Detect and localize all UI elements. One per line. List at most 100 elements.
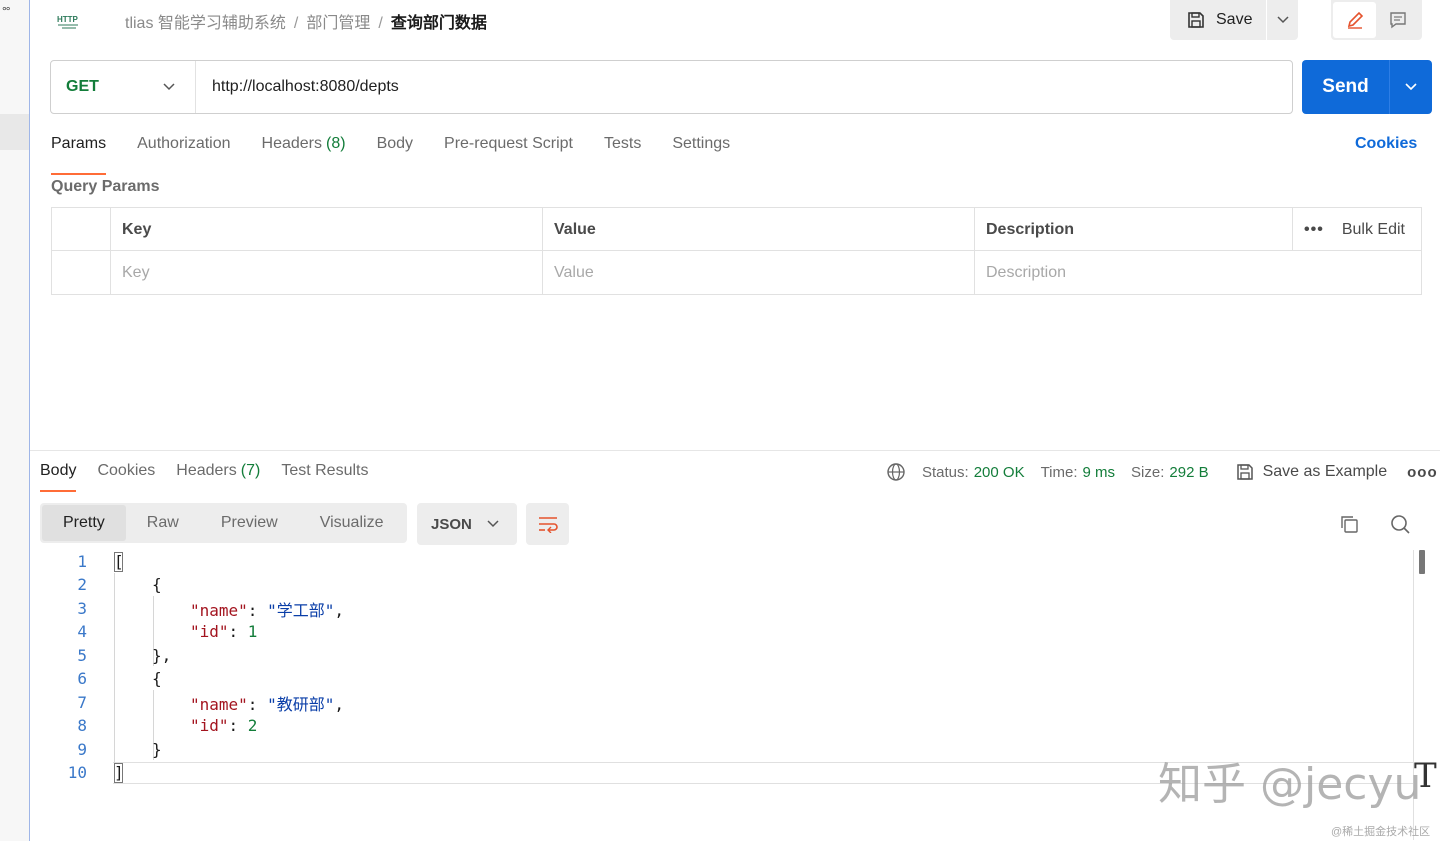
wrap-lines-button[interactable] [526,503,569,545]
column-divider [110,208,111,294]
tab-response-headers[interactable]: Headers (7) [176,462,260,480]
tab-label: Headers [176,462,237,479]
status-label: Status: [922,463,969,481]
column-divider [974,208,975,294]
tab-label: Body [376,135,414,152]
json-key: "id" [190,716,229,735]
cookies-link[interactable]: Cookies [1355,135,1417,153]
copy-icon[interactable] [1338,513,1360,535]
tab-headers[interactable]: Headers (8) [262,133,346,165]
time-value[interactable]: 9 ms [1083,464,1116,481]
description-input[interactable]: Description [976,251,1066,294]
table-row: Key Value Description [52,251,1421,294]
json-key: "name" [190,600,248,620]
format-select[interactable]: JSON [417,503,517,545]
comments-button[interactable] [1376,2,1419,38]
body-view-modes: Pretty Raw Preview Visualize [40,503,407,543]
tab-response-body[interactable]: Body [40,462,77,492]
mode-pretty[interactable]: Pretty [42,505,126,541]
tab-response-cookies[interactable]: Cookies [97,462,155,480]
pane-divider[interactable] [30,450,1440,451]
tab-pre-request-script[interactable]: Pre-request Script [444,133,573,165]
method-select[interactable]: GET [51,61,196,113]
value-column-header: Value [554,220,596,238]
save-options-button[interactable] [1267,0,1298,40]
code-text: { [152,669,162,688]
send-button[interactable]: Send [1302,60,1390,114]
response-meta: Status: 200 OK Time: 9 ms Size: 292 B Save … [886,462,1438,482]
tab-test-results[interactable]: Test Results [281,462,368,480]
tab-label: Tests [603,135,642,152]
line-number: 2 [77,575,87,594]
tab-tests[interactable]: Tests [604,133,641,165]
chevron-down-icon [1276,16,1289,24]
column-divider [542,208,543,294]
url-input[interactable] [196,61,1292,113]
tab-label: Params [51,135,107,152]
url-bar: GET [50,60,1293,114]
key-input[interactable]: Key [112,251,150,294]
watermark-secondary: @稀土掘金技术社区 [1331,826,1431,838]
save-as-example-button[interactable]: Save as Example [1235,462,1388,482]
json-number: 2 [247,716,258,735]
json-string: 教研部 [276,694,325,714]
size-value[interactable]: 292 B [1169,464,1208,481]
breadcrumb: tlias 智能学习辅助系统 / 部门管理 / 查询部门数据 [125,9,487,33]
tab-label: Pre-request Script [444,135,573,152]
send-button-group: Send [1302,60,1432,114]
tab-label: Authorization [137,135,231,152]
code-line: 8 "id": 2 [40,714,1420,737]
breadcrumb-separator: / [378,15,383,32]
line-number: 9 [77,740,87,759]
value-input[interactable]: Value [544,251,594,294]
mode-visualize[interactable]: Visualize [299,505,405,541]
http-icon: HTTP [57,15,79,29]
query-params-table: Key Value Description ••• Bulk Edit Key … [51,207,1422,295]
save-as-example-label: Save as Example [1262,463,1388,480]
save-icon [1188,12,1204,28]
line-number: 6 [77,669,87,688]
save-icon [1236,464,1253,480]
mode-preview[interactable]: Preview [200,505,299,541]
size-label: Size: [1131,463,1165,481]
tab-authorization[interactable]: Authorization [137,133,230,165]
wrap-lines-icon [538,517,558,533]
code-text: } [152,740,162,759]
format-value: JSON [431,515,472,533]
json-key: "id" [190,622,229,641]
globe-icon[interactable] [886,462,906,482]
json-key: "name" [190,694,248,714]
status-value[interactable]: 200 OK [974,464,1025,481]
more-options-icon[interactable]: ••• [1304,221,1324,239]
key-column-header: Key [122,220,152,238]
left-gutter: °° [0,0,30,841]
tab-label: Body [40,462,77,479]
response-tabs: Body Cookies Headers (7) Test Results [40,462,389,492]
more-dots-icon[interactable]: °° [2,4,11,18]
more-options-icon[interactable]: ooo [1407,464,1438,481]
edit-mode-button[interactable] [1333,2,1376,38]
send-options-button[interactable] [1390,60,1432,114]
breadcrumb-item-folder[interactable]: 部门管理 [306,15,370,32]
bulk-edit-button[interactable]: Bulk Edit [1342,221,1405,239]
breadcrumb-item-project[interactable]: tlias 智能学习辅助系统 [125,15,286,32]
code-text: "name": "学工部", [190,600,344,620]
line-number: 10 [67,763,87,782]
request-name[interactable]: 查询部门数据 [391,15,487,32]
chevron-down-icon [1405,83,1417,91]
pencil-icon [1347,11,1363,29]
query-params-title: Query Params [51,178,160,195]
search-icon[interactable] [1389,513,1411,535]
code-text: "id": 2 [190,716,258,735]
tab-count: (8) [326,135,346,152]
bracket-match-box [114,763,123,783]
tab-settings[interactable]: Settings [672,133,730,165]
tab-body[interactable]: Body [377,133,413,165]
bulk-edit-area: ••• Bulk Edit [1304,208,1405,251]
save-button[interactable]: Save [1170,0,1266,40]
code-line: 2{ [40,573,1420,596]
tab-params[interactable]: Params [51,133,107,175]
editor-scrollbar-thumb[interactable] [1419,550,1425,574]
code-line: 5}, [40,644,1420,667]
mode-raw[interactable]: Raw [126,505,200,541]
